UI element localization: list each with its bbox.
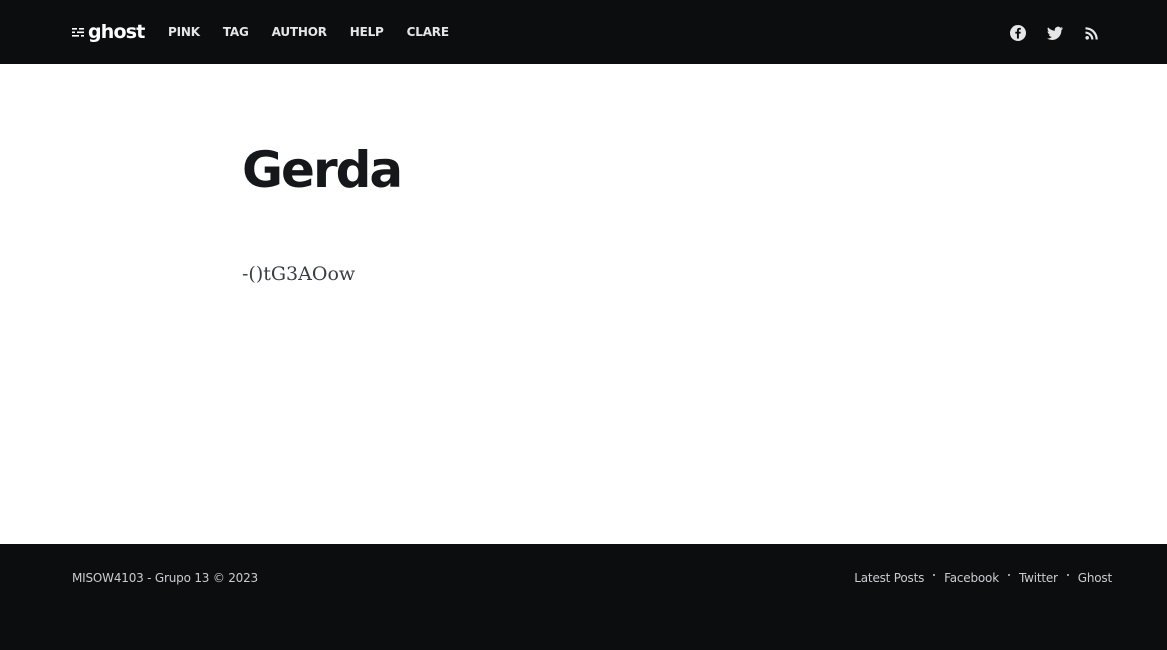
post-title: Gerda: [242, 141, 403, 199]
post-body-text: -()tG3AOow: [242, 263, 356, 285]
logo-text: ghost: [88, 21, 145, 43]
site-header: ghost PINK TAG AUTHOR HELP CLARE: [0, 0, 1167, 64]
social-links: [1009, 24, 1101, 42]
separator-dot: [1066, 574, 1069, 576]
footer-link-facebook[interactable]: Facebook: [944, 570, 999, 586]
footer-link-ghost[interactable]: Ghost: [1078, 570, 1112, 586]
copyright-text: MISOW4103 - Grupo 13 © 2023: [72, 571, 258, 585]
rss-icon: [1085, 27, 1098, 40]
nav-item-author[interactable]: AUTHOR: [272, 24, 327, 40]
nav-item-pink[interactable]: PINK: [168, 24, 200, 40]
post-content: Gerda -()tG3AOow: [242, 140, 942, 287]
site-logo[interactable]: ghost: [72, 20, 145, 44]
facebook-icon: [1010, 25, 1026, 41]
footer-nav: Latest Posts Facebook Twitter Ghost: [854, 570, 1112, 586]
main-nav: PINK TAG AUTHOR HELP CLARE: [168, 24, 472, 40]
footer-link-twitter[interactable]: Twitter: [1019, 570, 1058, 586]
nav-item-tag[interactable]: TAG: [223, 24, 249, 40]
ghost-logo-icon: [72, 28, 84, 37]
separator-dot: [1007, 574, 1010, 576]
site-footer: MISOW4103 - Grupo 13 © 2023 Latest Posts…: [0, 544, 1167, 650]
nav-item-clare[interactable]: CLARE: [407, 24, 449, 40]
nav-item-help[interactable]: HELP: [350, 24, 384, 40]
footer-link-latest-posts[interactable]: Latest Posts: [854, 570, 924, 586]
twitter-icon: [1047, 26, 1063, 40]
facebook-link[interactable]: [1009, 24, 1027, 42]
separator-dot: [933, 574, 936, 576]
twitter-link[interactable]: [1046, 24, 1064, 42]
rss-link[interactable]: [1083, 24, 1101, 42]
